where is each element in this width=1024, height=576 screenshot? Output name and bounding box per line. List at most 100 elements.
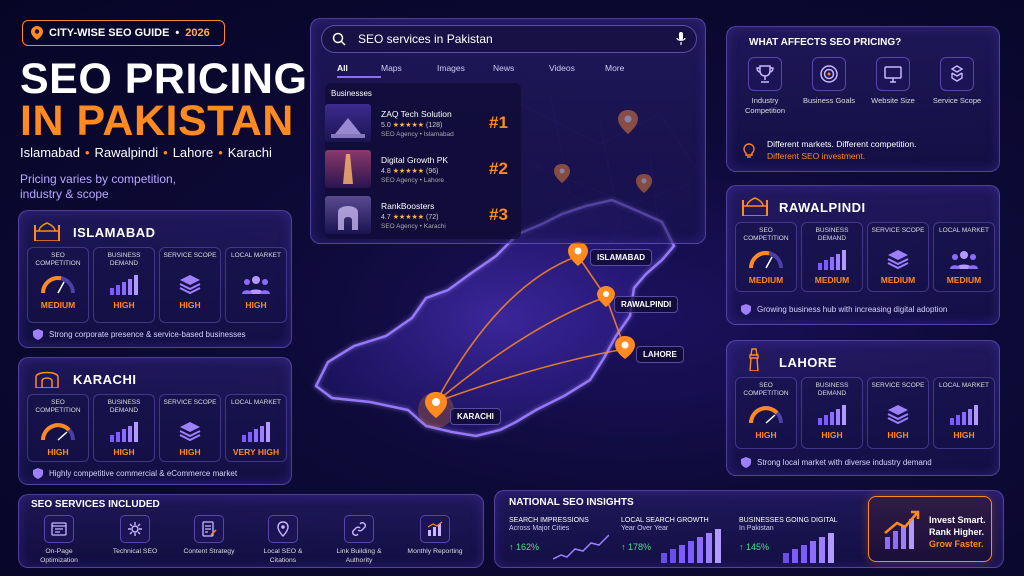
metric-seo-competition: SEO COMPETITION HIGH	[735, 377, 797, 449]
result-rank: #3	[489, 205, 508, 224]
city-karachi: Karachi	[227, 145, 272, 160]
shield-icon	[741, 304, 751, 315]
result-thumbnail	[325, 104, 371, 142]
layers-icon	[887, 405, 909, 425]
city-islamabad: Islamabad	[20, 145, 80, 160]
gauge-icon	[749, 251, 783, 269]
bar-chart-icon	[110, 422, 138, 442]
people-icon	[242, 276, 270, 294]
link-icon	[352, 522, 366, 536]
result-rank: #1	[489, 113, 508, 132]
tab-all[interactable]: All	[337, 63, 381, 78]
tab-news[interactable]: News	[493, 63, 549, 78]
search-tabs: All Maps Images News Videos More	[337, 63, 661, 78]
pricing-factors-panel: WHAT AFFECTS SEO PRICING? Industry Compe…	[726, 26, 1000, 172]
map-pin-lahore	[615, 336, 635, 359]
search-bar[interactable]: SEO services in Pakistan	[321, 25, 697, 53]
service-local: Local SEO & Citations	[253, 515, 313, 565]
target-icon	[820, 65, 838, 83]
service-on-page: On-Page Optimization	[29, 515, 89, 565]
metric-local-market: LOCAL MARKET HIGH	[225, 247, 287, 323]
sparkline-icon	[553, 534, 609, 560]
metric-seo-competition: SEO COMPETITION HIGH	[27, 394, 89, 462]
metric-business-demand: BUSINESS DEMAND HIGH	[801, 377, 863, 449]
factor-business-goals: Business Goals	[801, 57, 857, 106]
city-card-lahore: LAHORE SEO COMPETITION HIGH BUSINESS DEMA…	[726, 340, 1000, 476]
services-panel: SEO SERVICES INCLUDED On-Page Optimizati…	[18, 494, 484, 568]
page-title-line2: IN PAKISTAN	[20, 97, 294, 145]
bar-chart-icon	[242, 422, 270, 442]
result-type: SEO Agency • Lahore	[381, 176, 444, 184]
bar-chart-icon	[818, 250, 846, 270]
metric-service-scope: SERVICE SCOPE MEDIUM	[867, 222, 929, 292]
service-reporting: Monthly Reporting	[405, 515, 465, 556]
cta-line3: Grow Faster.	[929, 539, 984, 549]
result-item[interactable]: RankBoosters 4.7 ★★★★★ (72) SEO Agency • K…	[325, 193, 521, 237]
result-name: Digital Growth PK	[381, 154, 449, 165]
shield-icon	[33, 329, 43, 340]
gauge-icon	[749, 406, 783, 424]
result-type: SEO Agency • Islamabad	[381, 130, 454, 138]
page-title-line1: SEO PRICING	[20, 55, 308, 103]
factor-service-scope: Service Scope	[929, 57, 985, 106]
map-label-karachi: KARACHI	[450, 408, 501, 425]
service-link-building: Link Building & Authority	[329, 515, 389, 565]
metric-local-market: LOCAL MARKET MEDIUM	[933, 222, 995, 292]
growth-arrow-icon	[884, 510, 920, 549]
search-icon	[332, 32, 346, 46]
result-rank: #2	[489, 159, 508, 178]
card-note: Growing business hub with increasing dig…	[741, 304, 947, 315]
result-item[interactable]: ZAQ Tech Solution 5.0 ★★★★★ (128) SEO Agen…	[325, 101, 521, 145]
growth-bars-icon	[783, 533, 834, 563]
factor-industry-competition: Industry Competition	[737, 57, 793, 116]
monument-icon	[35, 371, 59, 388]
monitor-icon	[884, 66, 902, 83]
cta-line2: Rank Higher.	[929, 527, 985, 537]
result-item[interactable]: Digital Growth PK 4.8 ★★★★★ (96) SEO Agenc…	[325, 147, 521, 191]
card-title: RAWALPINDI	[779, 200, 866, 215]
card-note: Highly competitive commercial & eCommerc…	[33, 468, 237, 479]
gauge-icon	[41, 423, 75, 441]
document-edit-icon	[202, 521, 217, 537]
metric-service-scope: SERVICE SCOPE HIGH	[159, 394, 221, 462]
map-label-islamabad: ISLAMABAD	[590, 249, 652, 266]
tab-videos[interactable]: Videos	[549, 63, 605, 78]
tab-images[interactable]: Images	[437, 63, 493, 78]
city-rawalpindi: Rawalpindi	[94, 145, 159, 160]
metric-service-scope: SERVICE SCOPE HIGH	[159, 247, 221, 323]
mosque-icon	[34, 222, 60, 241]
result-name: RankBoosters	[381, 200, 435, 211]
guide-year: 2026	[185, 27, 210, 39]
metric-seo-competition: SEO COMPETITION MEDIUM	[735, 222, 797, 292]
city-card-islamabad: ISLAMABAD SEO COMPETITION MEDIUM BUSINESS…	[18, 210, 292, 348]
result-thumbnail	[325, 150, 371, 188]
card-title: ISLAMABAD	[73, 225, 156, 240]
map-label-lahore: LAHORE	[636, 346, 684, 363]
gear-icon	[128, 522, 142, 536]
mosque-icon	[742, 197, 768, 216]
factors-note-highlight: Different SEO investment.	[767, 151, 866, 161]
gauge-icon	[41, 276, 75, 294]
metric-service-scope: SERVICE SCOPE HIGH	[867, 377, 929, 449]
result-thumbnail	[325, 196, 371, 234]
services-title: SEO SERVICES INCLUDED	[31, 499, 160, 510]
metric-business-demand: BUSINESS DEMAND MEDIUM	[801, 222, 863, 292]
search-query[interactable]: SEO services in Pakistan	[358, 32, 664, 46]
section-label: Businesses	[331, 89, 372, 98]
bar-chart-icon	[110, 275, 138, 295]
tab-more[interactable]: More	[605, 63, 661, 78]
metric-business-demand: BUSINESS DEMAND HIGH	[93, 394, 155, 462]
guide-tag: CITY-WISE SEO GUIDE • 2026	[22, 20, 225, 46]
layers-icon	[887, 250, 909, 270]
minar-icon	[749, 348, 759, 371]
tab-maps[interactable]: Maps	[381, 63, 437, 78]
result-rating: 5.0 ★★★★★ (128)	[381, 121, 443, 129]
card-note: Strong corporate presence & service-base…	[33, 329, 246, 340]
layers-icon	[179, 275, 201, 295]
business-results: Businesses ZAQ Tech Solution 5.0 ★★★★★ (1…	[325, 83, 521, 239]
microphone-icon[interactable]	[676, 32, 686, 46]
factor-website-size: Website Size	[865, 57, 921, 106]
search-results-panel: SEO services in Pakistan All Maps Images…	[310, 18, 706, 244]
growth-bars-icon	[661, 529, 721, 563]
card-title: LAHORE	[779, 355, 837, 370]
